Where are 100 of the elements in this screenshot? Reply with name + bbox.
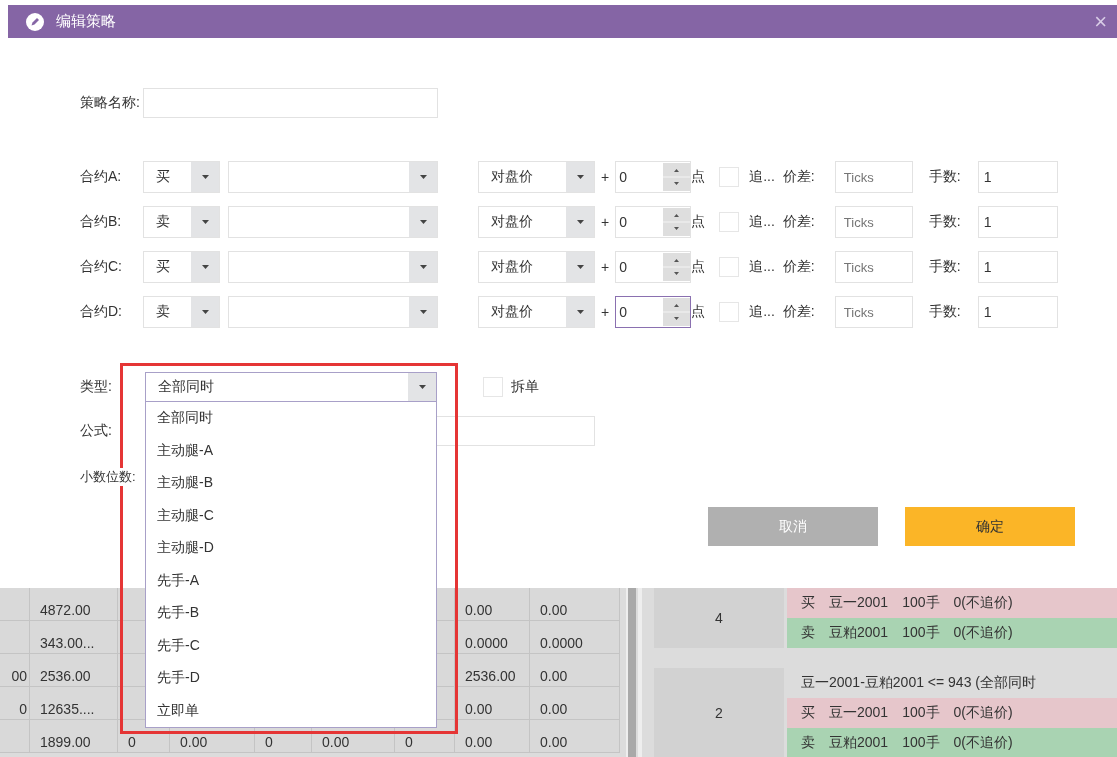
- plus-sign: +: [601, 214, 610, 230]
- qty-field[interactable]: 1: [977, 251, 1058, 283]
- contract-select[interactable]: [228, 206, 438, 238]
- confirm-button[interactable]: 确定: [905, 507, 1075, 546]
- contract-select[interactable]: [228, 251, 438, 283]
- caret-icon: [201, 175, 209, 179]
- dropdown-option[interactable]: 先手-B: [146, 597, 436, 630]
- side-select[interactable]: 卖: [143, 206, 220, 238]
- table-cell: 0.00: [530, 654, 620, 687]
- unit-label: 点: [691, 303, 706, 321]
- table-cell: 0.00: [455, 720, 530, 753]
- caret-icon: [201, 220, 209, 224]
- caret-icon: [419, 310, 427, 314]
- table-cell: 0.00: [530, 588, 620, 621]
- chase-text: 0(不追价): [953, 704, 1013, 722]
- caret-icon: [576, 265, 584, 269]
- offset-spinner[interactable]: 0: [615, 251, 692, 283]
- dropdown-option[interactable]: 先手-D: [146, 662, 436, 695]
- unit-label: 点: [691, 168, 706, 186]
- side-text: 卖: [801, 624, 815, 642]
- dropdown-option[interactable]: 全部同时: [146, 402, 436, 435]
- qty-label: 手数:: [928, 213, 962, 231]
- spread-field[interactable]: Ticks: [834, 161, 913, 193]
- chase-label: 追...: [749, 213, 775, 231]
- split-checkbox[interactable]: [483, 377, 503, 397]
- price-type-select[interactable]: 对盘价: [478, 296, 595, 328]
- field-label: 策略名称:: [80, 94, 141, 112]
- contract-text: 豆粕2001: [829, 734, 889, 752]
- caret-icon: [419, 265, 427, 269]
- price-type-select[interactable]: 对盘价: [478, 161, 595, 193]
- contract-label: 合约D:: [80, 303, 123, 321]
- offset-spinner[interactable]: 0: [615, 206, 692, 238]
- offset-spinner[interactable]: 0: [615, 161, 692, 193]
- contract-label: 合约A:: [80, 168, 123, 186]
- price-type-select[interactable]: 对盘价: [478, 251, 595, 283]
- side-text: 买: [801, 704, 815, 722]
- qty-label: 手数:: [928, 303, 962, 321]
- spread-field[interactable]: Ticks: [834, 251, 913, 283]
- qty-label: 手数:: [928, 258, 962, 276]
- caret-icon: [418, 385, 426, 389]
- dropdown-option[interactable]: 主动腿-A: [146, 434, 436, 467]
- plus-sign: +: [601, 304, 610, 320]
- side-select[interactable]: 卖: [143, 296, 220, 328]
- table-cell: 0.00: [530, 687, 620, 720]
- dropdown-option[interactable]: 先手-C: [146, 629, 436, 662]
- table-cell: 12635....: [30, 687, 118, 720]
- dropdown-option[interactable]: 先手-A: [146, 564, 436, 597]
- contract-text: 豆一2001: [829, 594, 889, 612]
- spread-label: 价差:: [782, 303, 816, 321]
- table-cell: 00: [0, 654, 30, 687]
- spread-field[interactable]: Ticks: [834, 206, 913, 238]
- price-type-select[interactable]: 对盘价: [478, 206, 595, 238]
- chase-checkbox[interactable]: [719, 212, 740, 232]
- side-text: 卖: [801, 734, 815, 752]
- qty-field[interactable]: 1: [977, 206, 1058, 238]
- qty-text: 100手: [902, 704, 940, 722]
- chase-checkbox[interactable]: [719, 167, 740, 187]
- qty-field[interactable]: 1: [977, 296, 1058, 328]
- caret-icon: [419, 220, 427, 224]
- side-select[interactable]: 买: [143, 251, 220, 283]
- caret-icon: [576, 175, 584, 179]
- offset-spinner[interactable]: 0: [615, 296, 692, 328]
- formula-text: 豆一2001-豆粕2001 <= 943 (全部同时: [800, 673, 1037, 692]
- qty-label: 手数:: [928, 168, 962, 186]
- chase-text: 0(不追价): [953, 594, 1013, 612]
- contract-select[interactable]: [228, 161, 438, 193]
- chase-checkbox[interactable]: [719, 302, 740, 322]
- split-label: 拆单: [511, 378, 539, 396]
- chase-label: 追...: [749, 303, 775, 321]
- field-label: 小数位数:: [80, 468, 136, 486]
- side-select[interactable]: 买: [143, 161, 220, 193]
- spread-label: 价差:: [782, 168, 816, 186]
- plus-sign: +: [601, 169, 610, 185]
- unit-label: 点: [691, 213, 706, 231]
- table-cell: 0.00: [530, 720, 620, 753]
- group-count: 2: [654, 668, 784, 757]
- type-select[interactable]: 全部同时: [145, 372, 437, 402]
- qty-field[interactable]: 1: [977, 161, 1058, 193]
- dropdown-option[interactable]: 主动腿-D: [146, 532, 436, 565]
- table-cell: 0.00: [455, 588, 530, 621]
- chase-text: 0(不追价): [953, 734, 1013, 752]
- qty-text: 100手: [902, 624, 940, 642]
- table-cell: 0.0000: [455, 621, 530, 654]
- contract-select[interactable]: [228, 296, 438, 328]
- table-cell: 2536.00: [455, 654, 530, 687]
- chase-checkbox[interactable]: [719, 257, 740, 277]
- table-cell: 0.0000: [530, 621, 620, 654]
- contract-label: 合约B:: [80, 213, 123, 231]
- spread-field[interactable]: Ticks: [834, 296, 913, 328]
- table-cell: 1899.00: [30, 720, 118, 753]
- table-cell: 4872.00: [30, 588, 118, 621]
- dropdown-option[interactable]: 主动腿-C: [146, 499, 436, 532]
- table-cell: 2536.00: [30, 654, 118, 687]
- caret-icon: [576, 310, 584, 314]
- caret-icon: [201, 265, 209, 269]
- contract-text: 豆粕2001: [829, 624, 889, 642]
- table-cell: [0, 588, 30, 621]
- window-title: 编辑策略: [56, 12, 117, 31]
- dropdown-option[interactable]: 主动腿-B: [146, 467, 436, 500]
- name-field[interactable]: [143, 88, 438, 118]
